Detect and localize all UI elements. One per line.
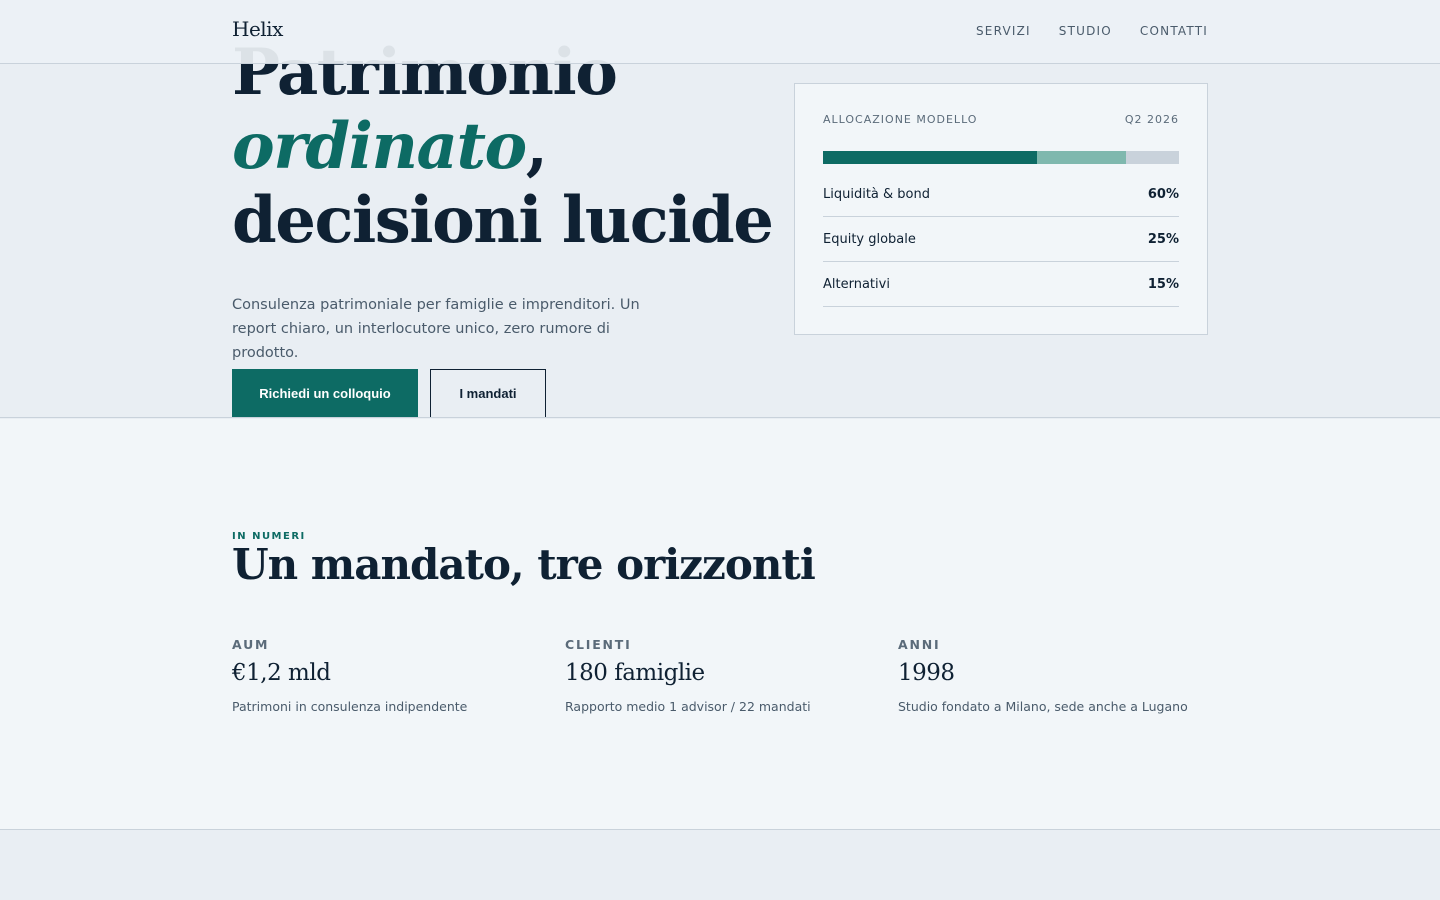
allocation-bar-segment-equity [1036,151,1126,164]
allocation-bar [823,151,1179,164]
stat-description: Rapporto medio 1 advisor / 22 mandati [565,699,811,714]
stat-value: 180 famiglie [565,660,705,686]
allocation-bar-segment-liquidity [823,151,1037,164]
brand-logo[interactable]: Helix [232,17,283,41]
allocation-list: Liquidità & bond 60% Equity globale 25% … [823,172,1179,307]
numbers-section: IN NUMERI Un mandato, tre orizzonti AUM … [0,419,1440,830]
allocation-period: Q2 2026 [1124,113,1179,126]
mandates-button[interactable]: I mandati [430,369,546,417]
stat-years: ANNI 1998 Studio fondato a Milano, sede … [898,637,1218,714]
nav-link-servizi[interactable]: SERVIZI [976,24,1031,38]
section-title: Un mandato, tre orizzonti [232,540,816,589]
allocation-header: ALLOCAZIONE MODELLO Q2 2026 [823,113,1179,126]
stat-description: Studio fondato a Milano, sede anche a Lu… [898,699,1188,714]
allocation-row-percent: 15% [1147,276,1179,292]
hero-headline: Patrimonio ordinato, decisioni lucide [232,36,774,258]
top-nav: Helix SERVIZI STUDIO CONTATTI [0,0,1440,64]
allocation-row-label: Liquidità & bond [823,186,930,202]
stat-clients: CLIENTI 180 famiglie Rapporto medio 1 ad… [565,637,885,714]
request-meeting-button[interactable]: Richiedi un colloquio [232,369,418,417]
allocation-bar-segment-alternatives [1125,151,1179,164]
nav-links: SERVIZI STUDIO CONTATTI [976,24,1208,38]
allocation-row-equity: Equity globale 25% [823,217,1179,262]
headline-comma: , [525,109,548,184]
allocation-row-label: Alternativi [823,276,890,292]
stat-label: AUM [232,637,270,652]
stat-description: Patrimoni in consulenza indipendente [232,699,468,714]
stat-label: ANNI [898,637,941,652]
allocation-title: ALLOCAZIONE MODELLO [823,113,978,126]
allocation-row-percent: 60% [1147,186,1179,202]
nav-link-studio[interactable]: STUDIO [1059,24,1112,38]
allocation-row-liquidity: Liquidità & bond 60% [823,172,1179,217]
headline-line-3: decisioni lucide [232,183,774,258]
headline-accent-word: ordinato [232,109,527,184]
stat-aum: AUM €1,2 mld Patrimoni in consulenza ind… [232,637,552,714]
hero-lede: Consulenza patrimoniale per famiglie e i… [232,297,640,361]
allocation-row-percent: 25% [1147,231,1179,247]
stat-value: 1998 [898,660,955,686]
stat-value: €1,2 mld [232,660,331,686]
allocation-row-label: Equity globale [823,231,916,247]
allocation-row-alternatives: Alternativi 15% [823,262,1179,307]
allocation-card: ALLOCAZIONE MODELLO Q2 2026 Liquidità & … [794,83,1208,335]
stat-label: CLIENTI [565,637,632,652]
nav-link-contatti[interactable]: CONTATTI [1140,24,1208,38]
